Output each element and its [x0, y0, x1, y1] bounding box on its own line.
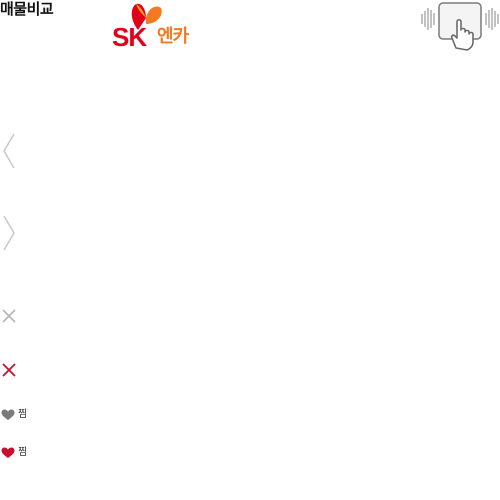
close-icon-red[interactable]: [1, 362, 17, 378]
heart-icon: [1, 409, 15, 420]
favorite-button-red[interactable]: 찜: [1, 446, 27, 460]
favorite-label: 찜: [18, 409, 28, 420]
logo-brand-text: SK: [112, 22, 147, 52]
heart-icon: [1, 447, 15, 458]
logo-sub-text: 엔카: [157, 26, 189, 47]
page-title: 매물비교: [0, 0, 54, 18]
sk-encar-logo: SK 엔카: [112, 2, 204, 52]
chevron-right-icon[interactable]: [0, 214, 18, 252]
favorite-label: 찜: [18, 447, 28, 458]
favorite-button-gray[interactable]: 찜: [1, 408, 27, 422]
chevron-left-icon[interactable]: [0, 132, 18, 170]
close-icon-gray[interactable]: [1, 308, 17, 324]
swipe-gesture-icon: [421, 2, 499, 51]
